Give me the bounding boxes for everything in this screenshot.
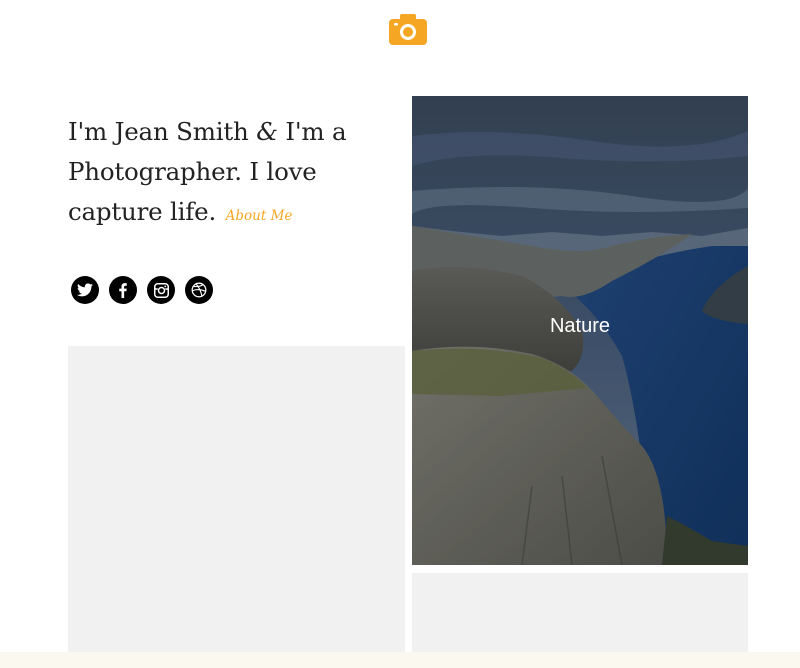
intro-text-start: I'm Jean Smith <box>68 117 257 146</box>
gallery-tile-label: Nature <box>549 315 611 337</box>
footer-strip <box>0 652 800 668</box>
dribbble-icon <box>191 282 207 298</box>
gallery-tile-placeholder-left[interactable] <box>68 346 405 668</box>
social-links <box>71 276 213 304</box>
intro-ampersand: & <box>256 117 278 146</box>
gallery-tile-nature[interactable]: Nature <box>412 96 748 565</box>
camera-icon <box>389 14 427 45</box>
about-me-link[interactable]: About Me <box>226 208 293 224</box>
instagram-icon <box>153 282 169 298</box>
instagram-button[interactable] <box>147 276 175 304</box>
facebook-button[interactable] <box>109 276 137 304</box>
facebook-icon <box>119 282 127 298</box>
logo-camera-icon[interactable] <box>389 14 427 46</box>
dribbble-button[interactable] <box>185 276 213 304</box>
twitter-button[interactable] <box>71 276 99 304</box>
twitter-icon <box>77 283 93 297</box>
intro-heading: I'm Jean Smith & I'm a Photographer. I l… <box>68 112 368 236</box>
